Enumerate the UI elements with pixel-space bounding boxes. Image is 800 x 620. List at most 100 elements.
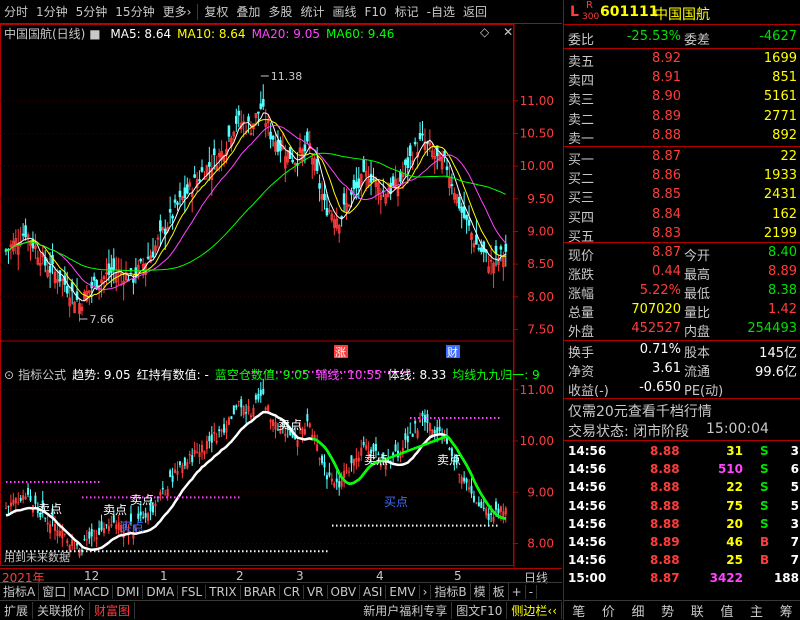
quote-nav-item[interactable]: 笔	[564, 601, 594, 620]
indicator-icon[interactable]: ⊙	[4, 368, 14, 382]
indicator-tab[interactable]: 模	[471, 583, 490, 600]
quote-nav-item[interactable]: 细	[623, 601, 653, 620]
tick-price: 8.88	[650, 553, 680, 568]
toolbar-item[interactable]: 复权	[200, 3, 232, 20]
quote-row: 现价 8.87 今开 8.40	[564, 244, 800, 264]
bid-row[interactable]: 买三 8.85 2431	[564, 186, 800, 206]
indicator-tab[interactable]: OBV	[328, 584, 361, 599]
indicator-tab[interactable]: FSL	[178, 584, 207, 599]
toolbar-item[interactable]: F10	[360, 5, 390, 19]
tick-time: 14:56	[568, 516, 607, 531]
candle-body	[408, 145, 412, 157]
toolbar-item[interactable]: 15分钟	[111, 3, 158, 20]
indicator-tab[interactable]: +	[509, 584, 526, 599]
toolbar-item[interactable]: 分时	[0, 3, 32, 20]
bid-label: 买一	[568, 153, 595, 168]
indicator-tab[interactable]: BRAR	[241, 584, 281, 599]
bid-row[interactable]: 买五 8.83 2199	[564, 225, 800, 245]
bid-row[interactable]: 买四 8.84 162	[564, 206, 800, 226]
toolbar-item[interactable]: 多股	[264, 3, 296, 20]
indicator-tab[interactable]: 指标A	[0, 583, 40, 600]
toolbar-item[interactable]: -自选	[423, 3, 459, 20]
close-icon[interactable]: ✕	[503, 25, 513, 39]
indicator-tab[interactable]: DMA	[143, 584, 179, 599]
quote-nav-item[interactable]: 值	[712, 601, 742, 620]
low-label: 7.66	[90, 313, 115, 326]
tick-price: 8.88	[650, 516, 680, 531]
indicator-tab[interactable]: DMI	[113, 584, 144, 599]
quote-nav-item[interactable]: 价	[594, 601, 624, 620]
quote-nav-item[interactable]: 筹	[771, 601, 800, 620]
indicator-body	[105, 524, 108, 526]
ask-price: 8.91	[652, 70, 681, 86]
toolbar-item[interactable]: 返回	[459, 3, 491, 20]
indicator-tab[interactable]: MACD	[70, 584, 114, 599]
promo-link[interactable]: 仅需20元查看千档行情	[568, 401, 712, 421]
candle-body	[185, 184, 189, 194]
indicator-body	[345, 470, 348, 472]
status-tab[interactable]: 财富图	[90, 602, 136, 619]
ask-row[interactable]: 卖四 8.91 851	[564, 69, 800, 89]
indicator-tab[interactable]: ›	[420, 584, 432, 599]
status-right-item[interactable]: 侧边栏‹‹	[507, 602, 562, 619]
indicator-body	[436, 427, 439, 433]
ask-price: 8.90	[652, 89, 681, 105]
tick-volume: 46	[726, 535, 743, 549]
toolbar-item[interactable]: 标记	[391, 3, 423, 20]
indicator-body	[14, 497, 17, 504]
toolbar-item[interactable]: 更多›	[159, 3, 196, 20]
candle-body	[227, 125, 231, 137]
indicator-body	[227, 417, 230, 425]
toolbar-item[interactable]: 5分钟	[72, 3, 112, 20]
indicator-header-item[interactable]: 指标公式	[18, 368, 66, 382]
candle-body	[208, 162, 211, 167]
toolbar-item[interactable]: 1分钟	[32, 3, 72, 20]
toolbar-item[interactable]: 叠加	[232, 3, 264, 20]
indicator-tab[interactable]: TRIX	[206, 584, 241, 599]
indicator-tab[interactable]: 板	[490, 583, 509, 600]
toolbar-item[interactable]: 统计	[296, 3, 328, 20]
timeline: 2021年 12 1 2 3 4 5 日线	[0, 568, 562, 585]
quote-nav-item[interactable]: 势	[653, 601, 683, 620]
quote-value: 254493	[747, 321, 797, 336]
quote-value: 8.38	[768, 283, 797, 298]
indicator-tab[interactable]: ASI	[360, 584, 387, 599]
indicator-tab[interactable]: EMV	[386, 584, 420, 599]
candle-body	[193, 174, 196, 178]
quote-nav-item[interactable]: 主	[742, 601, 772, 620]
indicator-tab[interactable]: 窗口	[39, 583, 71, 600]
ask-label: 卖一	[568, 131, 595, 147]
price-tick-label: 10.00	[520, 159, 554, 173]
toolbar-item[interactable]: 画线	[328, 3, 360, 20]
kline-chart-svg[interactable]: 11.00 10.50 10.00 9.50 9.00 8.50 8.00 7.50 11.38…	[0, 24, 562, 568]
bid-row[interactable]: 买二 8.86 1933	[564, 167, 800, 187]
candle-body	[404, 159, 407, 165]
tick-count: 188	[773, 571, 799, 586]
status-tab[interactable]: 关联报价	[33, 602, 91, 619]
ask-row[interactable]: 卖三 8.90 5161	[564, 88, 800, 108]
tick-row: 14:56 8.88 510 S 6	[564, 461, 800, 479]
bid-row[interactable]: 买一 8.87 22	[564, 148, 800, 168]
tick-time: 14:56	[568, 462, 607, 477]
ask-row[interactable]: 卖二 8.89 2771	[564, 108, 800, 128]
status-right-item[interactable]: 图文F10	[452, 602, 508, 619]
indicator-tab[interactable]: VR	[304, 584, 328, 599]
indicator-body	[321, 455, 324, 464]
ask-row[interactable]: 卖一 8.88 892	[564, 127, 800, 147]
bid-volume: 162	[772, 206, 797, 222]
tick-side: B	[760, 553, 770, 568]
indicator-body	[259, 389, 262, 396]
indicator-tab[interactable]: CR	[280, 584, 304, 599]
indicator-tab[interactable]: -	[526, 584, 538, 599]
status-right-item[interactable]: 新用户福利专享	[359, 602, 453, 619]
chart-area[interactable]: 11.00 10.50 10.00 9.50 9.00 8.50 8.00 7.50 11.38…	[0, 24, 562, 568]
diamond-icon[interactable]: ◇	[480, 25, 489, 39]
quote-value: 452527	[631, 321, 681, 336]
quote-nav-item[interactable]: 联	[683, 601, 713, 620]
indicator-body	[220, 429, 223, 432]
ask-row[interactable]: 卖五 8.92 1699	[564, 50, 800, 70]
indicator-tab[interactable]: 指标B	[431, 583, 471, 600]
indicator-body	[56, 530, 59, 537]
quote-value: 5.22%	[639, 283, 681, 298]
status-tab[interactable]: 扩展	[0, 602, 34, 619]
